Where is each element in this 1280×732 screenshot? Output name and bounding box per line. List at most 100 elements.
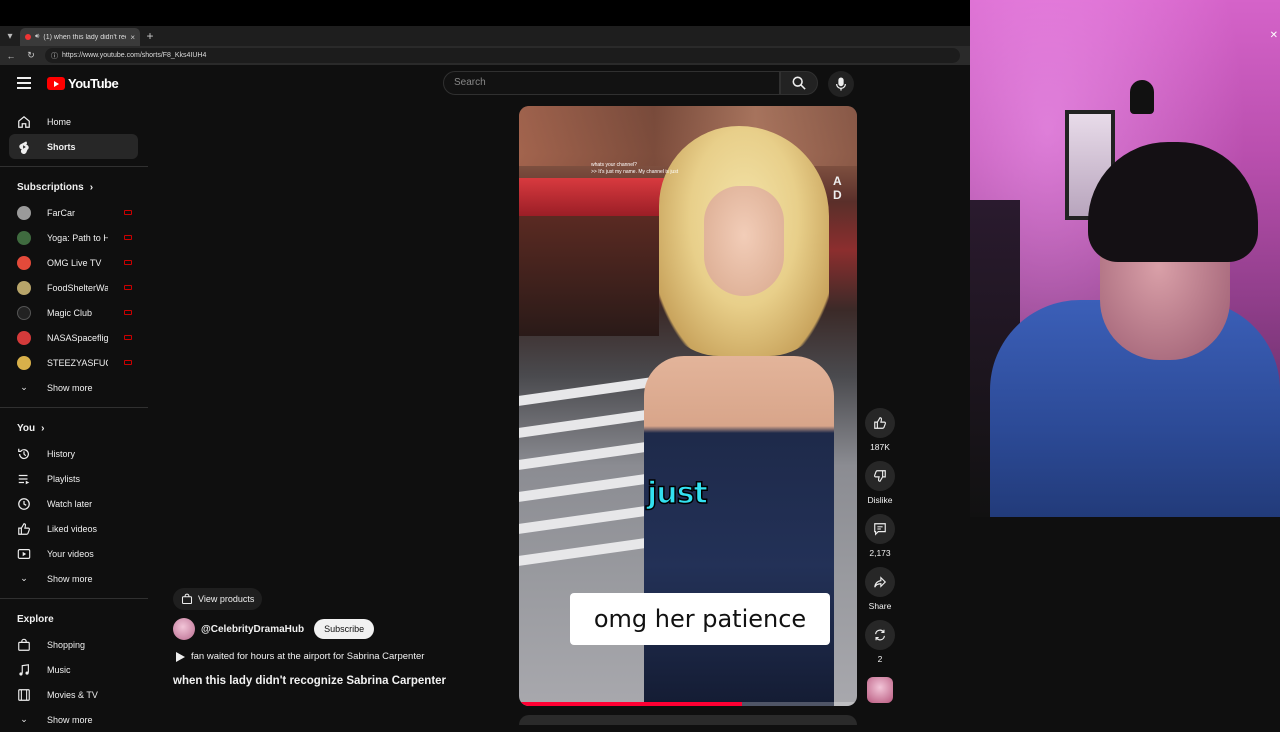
video-caption-word: just [646,475,708,512]
sidebar-item-label: Music [47,664,71,675]
liked-icon [17,522,31,536]
sidebar-item-subscription[interactable]: NASASpaceflight [9,325,138,350]
logo-text: YouTube [68,76,119,91]
channel-avatar [17,255,31,270]
mic-icon [836,77,846,91]
sidebar-item-watch-later[interactable]: Watch later [9,491,138,516]
url-field[interactable]: ⓘ https://www.youtube.com/shorts/F8_Kks4… [45,48,960,63]
your-videos-icon [17,547,31,561]
sidebar-item-subscription[interactable]: Magic Club [9,300,138,325]
video-frame-person-body [644,356,834,706]
share-action: Share [864,567,896,611]
sound-action [864,673,896,703]
chevron-down-icon: ⌄ [20,573,28,583]
browser-tab[interactable]: 🔊︎ (1) when this lady didn't reco... × [20,28,140,46]
sidebar-item-playlists[interactable]: Playlists [9,466,138,491]
share-button[interactable] [865,567,895,597]
new-tab-button[interactable]: + [140,29,160,43]
channel-avatar [17,330,31,345]
subscriptions-heading[interactable]: Subscriptions › [0,174,148,200]
shorts-icon [17,140,31,154]
share-icon [874,576,887,588]
remix-icon [875,629,885,641]
speaker-icon[interactable]: 🔊︎ [35,33,39,41]
playlists-icon [17,472,31,486]
like-action: 187K [864,408,896,452]
sound-thumbnail[interactable] [867,677,893,703]
sidebar-item-movies-tv[interactable]: Movies & TV [9,682,138,707]
sidebar-item-label: Liked videos [47,523,98,534]
webcam-lamp [1130,80,1154,114]
tab-list-chevron-icon[interactable]: ▾ [0,31,20,42]
show-more-label: Show more [47,382,93,393]
remix-button[interactable] [865,620,895,650]
divider [0,407,148,408]
sidebar-item-music[interactable]: Music [9,657,138,682]
you-show-more[interactable]: ⌄ Show more [9,566,138,591]
search-button[interactable] [780,71,818,95]
subscription-name: OMG Live TV [47,257,102,268]
browser-tab-bar: ▾ 🔊︎ (1) when this lady didn't reco... ×… [0,26,970,46]
subscriptions-show-more[interactable]: ⌄ Show more [9,375,138,400]
sidebar-item-label: Your videos [47,548,94,559]
history-icon [17,447,31,461]
video-small-caption: whats your channel? >> It's just my name… [591,162,679,175]
short-video-player[interactable]: whats your channel? >> It's just my name… [519,106,857,706]
video-frame-awning [519,178,669,216]
sidebar-item-shorts[interactable]: Shorts [9,134,138,159]
explore-heading: Explore [0,606,148,632]
progress-fill [519,702,743,706]
chevron-down-icon: ⌄ [20,382,28,392]
close-tab-icon[interactable]: × [130,33,135,42]
back-icon[interactable]: ← [5,51,17,61]
search-input[interactable]: Search [443,71,780,95]
sidebar-item-subscription[interactable]: STEEZYASFUCK [9,350,138,375]
dislike-button[interactable] [865,461,895,491]
chevron-right-icon: › [89,181,94,193]
sidebar-item-label: Shopping [47,639,86,650]
channel-avatar [17,205,31,220]
sidebar-item-subscription[interactable]: Yoga: Path to Ha... [9,225,138,250]
live-icon [124,335,132,340]
you-heading[interactable]: You › [0,415,148,441]
next-short-preview[interactable] [519,715,857,725]
channel-name[interactable]: @CelebrityDramaHub [201,624,304,635]
home-icon [17,115,31,129]
site-info-icon[interactable]: ⓘ [51,51,58,61]
sidebar-item-liked-videos[interactable]: Liked videos [9,516,138,541]
video-frame-crosswalk [519,376,659,586]
browser-address-bar: ← ↻ ⓘ https://www.youtube.com/shorts/F8_… [0,46,970,65]
like-button[interactable] [865,408,895,438]
video-caption-box: omg her patience [570,593,830,645]
sidebar-item-label: Home [47,116,72,127]
sidebar-item-history[interactable]: History [9,441,138,466]
voice-search-button[interactable] [828,71,854,97]
music-row[interactable]: fan waited for hours at the airport for … [175,651,424,662]
live-icon [124,310,132,315]
sidebar-item-subscription[interactable]: FoodShelterWater [9,275,138,300]
right-background [970,517,1280,720]
youtube-logo[interactable]: YouTube [47,76,119,91]
sidebar-item-subscription[interactable]: FarCar [9,200,138,225]
view-products-button[interactable]: View products [173,588,263,610]
sidebar-item-home[interactable]: Home [9,109,138,134]
subscribe-button[interactable]: Subscribe [314,619,375,639]
tab-title: (1) when this lady didn't reco... [43,33,126,41]
sidebar: Home Shorts Subscriptions › FarCar Yoga:… [0,109,148,725]
sidebar-item-subscription[interactable]: OMG Live TV [9,250,138,275]
live-icon [124,235,132,240]
chevron-right-icon: › [41,422,45,434]
shopping-icon [17,638,31,652]
reload-icon[interactable]: ↻ [25,50,37,61]
comment-count: 2,173 [869,548,891,558]
menu-icon[interactable] [17,77,31,89]
close-icon[interactable]: ✕ [1270,30,1278,41]
webcam-overlay: ✕ [970,0,1280,517]
channel-avatar[interactable] [173,618,195,640]
sidebar-item-your-videos[interactable]: Your videos [9,541,138,566]
remix-action: 2 [864,620,896,664]
play-icon [176,651,185,662]
comments-button[interactable] [865,514,895,544]
sidebar-item-label: History [47,448,76,459]
sidebar-item-shopping[interactable]: Shopping [9,632,138,657]
